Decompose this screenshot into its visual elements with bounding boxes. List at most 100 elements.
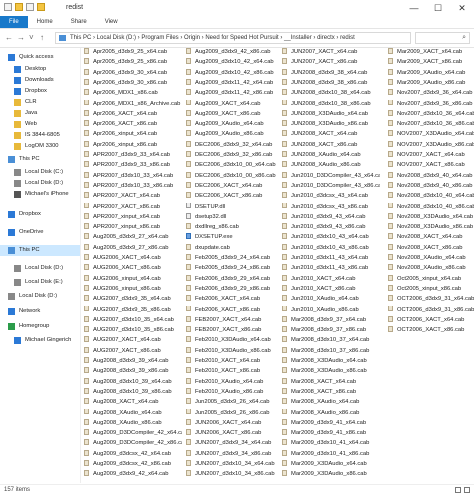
- file-item[interactable]: JUN2007_XACT_x86.cab: [282, 58, 380, 68]
- file-item[interactable]: Aug2009_d3dcsx_42_x86.cab: [84, 460, 182, 470]
- file-item[interactable]: DSETUP.dll: [186, 202, 284, 213]
- file-item[interactable]: Jun2010_d3dx10_43_x64.cab: [282, 233, 380, 243]
- file-item[interactable]: JUN2008_d3dx10_38_x86.cab: [282, 99, 380, 110]
- sidebar-item-local-disk-d[interactable]: Local Disk (D:): [0, 291, 80, 302]
- sidebar-item-java[interactable]: Java: [0, 108, 80, 119]
- file-item[interactable]: OCT2006_d3dx9_31_x64.cab: [388, 295, 474, 305]
- file-item[interactable]: Feb2010_XAudio_x64.cab: [186, 377, 284, 388]
- file-item[interactable]: JUN2008_X3DAudio_x86.cab: [282, 120, 380, 130]
- file-item[interactable]: DEC2006_XACT_x86.cab: [186, 192, 284, 202]
- file-item[interactable]: Feb2006_XACT_x64.cab: [186, 295, 284, 305]
- file-item[interactable]: Mar2008_d3dx9_37_x86.cab: [282, 326, 380, 336]
- file-item[interactable]: Feb2010_X3DAudio_x64.cab: [186, 336, 284, 346]
- file-item[interactable]: Jun2010_XACT_x64.cab: [282, 274, 380, 285]
- file-item[interactable]: Mar2009_XACT_x86.cab: [388, 58, 474, 68]
- details-view-icon[interactable]: [455, 487, 461, 493]
- file-item[interactable]: JUN2006_XACT_x86.cab: [186, 429, 284, 439]
- file-item[interactable]: Aug2009_XAudio_x86.cab: [186, 130, 284, 140]
- file-item[interactable]: Aug2009_d3dx9_42_x64.cab: [84, 470, 182, 480]
- file-item[interactable]: OCT2006_d3dx9_31_x86.cab: [388, 305, 474, 316]
- file-item[interactable]: Mar2008_X3DAudio_x86.cab: [282, 367, 380, 377]
- file-item[interactable]: JUN2007_d3dx10_34_x86.cab: [186, 470, 284, 480]
- minimize-button[interactable]: —: [402, 0, 426, 16]
- file-item[interactable]: APR2007_xinput_x64.cab: [84, 212, 182, 223]
- file-item[interactable]: Nov2008_XAudio_x86.cab: [388, 264, 474, 274]
- file-item[interactable]: Mar2009_d3dx10_41_x64.cab: [282, 439, 380, 449]
- new-folder-icon[interactable]: [15, 3, 23, 11]
- file-item[interactable]: AUG2006_XACT_x86.cab: [84, 264, 182, 274]
- file-item[interactable]: dxupdate.cab: [186, 243, 284, 254]
- file-item[interactable]: Apr2006_XACT_x86.cab: [84, 120, 182, 130]
- tab-file[interactable]: File: [0, 16, 28, 28]
- sidebar-item-michael-gingerich[interactable]: Michael Gingerich: [0, 335, 80, 346]
- file-item[interactable]: Nov2007_d3dx10_36_x86.cab: [388, 120, 474, 130]
- sidebar-item-this-pc[interactable]: This PC: [0, 245, 80, 256]
- file-item[interactable]: Aug2009_D3DCompiler_42_x64.cab: [84, 429, 182, 439]
- file-item[interactable]: Nov2007_d3dx9_36_x64.cab: [388, 89, 474, 99]
- file-item[interactable]: NOV2007_X3DAudio_x64.cab: [388, 130, 474, 140]
- file-item[interactable]: Aug2008_d3dx10_39_x86.cab: [84, 387, 182, 398]
- file-item[interactable]: Mar2008_d3dx10_37_x64.cab: [282, 336, 380, 346]
- file-item[interactable]: APR2007_d3dx10_33_x86.cab: [84, 181, 182, 192]
- file-item[interactable]: AUG2006_XACT_x64.cab: [84, 254, 182, 264]
- sidebar-item-this-pc[interactable]: This PC: [0, 154, 80, 165]
- back-button[interactable]: ←: [5, 33, 13, 42]
- file-item[interactable]: Aug2008_d3dx10_39_x64.cab: [84, 377, 182, 388]
- file-item[interactable]: Mar2008_d3dx10_37_x86.cab: [282, 346, 380, 357]
- file-item[interactable]: JUN2008_X3DAudio_x64.cab: [282, 109, 380, 120]
- file-item[interactable]: Nov2008_d3dx9_40_x64.cab: [388, 171, 474, 182]
- file-item[interactable]: OCT2006_XACT_x64.cab: [388, 315, 474, 326]
- file-item[interactable]: Feb2006_d3dx9_29_x86.cab: [186, 284, 284, 295]
- file-item[interactable]: Feb2005_d3dx9_24_x86.cab: [186, 264, 284, 274]
- search-input[interactable]: ⌕: [415, 32, 470, 44]
- file-item[interactable]: Aug2008_d3dx9_39_x86.cab: [84, 367, 182, 377]
- sidebar-item-web[interactable]: Web: [0, 119, 80, 130]
- close-button[interactable]: ✕: [450, 0, 474, 16]
- file-item[interactable]: Apr2006_MDX1_x86.cab: [84, 89, 182, 99]
- recent-locations-button[interactable]: ˅: [29, 33, 34, 42]
- large-icons-view-icon[interactable]: [464, 487, 470, 493]
- file-item[interactable]: Jun2005_d3dx9_26_x86.cab: [186, 408, 284, 419]
- file-item[interactable]: Aug2009_d3dx11_42_x86.cab: [186, 89, 284, 99]
- file-item[interactable]: Jun2010_d3dx11_43_x86.cab: [282, 264, 380, 274]
- file-item[interactable]: Aug2009_d3dx10_42_x86.cab: [186, 68, 284, 79]
- up-button[interactable]: ↑: [40, 33, 44, 42]
- file-item[interactable]: Jun2010_d3dcsx_43_x86.cab: [282, 202, 380, 213]
- file-item[interactable]: Mar2008_XAudio_x86.cab: [282, 408, 380, 419]
- file-item[interactable]: Apr2006_xinput_x86.cab: [84, 140, 182, 151]
- file-item[interactable]: JUN2008_d3dx9_38_x64.cab: [282, 68, 380, 79]
- file-item[interactable]: Aug2009_d3dcsx_42_x64.cab: [84, 449, 182, 460]
- file-item[interactable]: AUG2007_d3dx9_35_x86.cab: [84, 305, 182, 316]
- file-item[interactable]: Nov2008_XACT_x64.cab: [388, 233, 474, 243]
- file-item[interactable]: Nov2008_d3dx9_40_x86.cab: [388, 181, 474, 192]
- file-item[interactable]: dxdllreg_x86.cab: [186, 223, 284, 233]
- sidebar-item-quick-access[interactable]: Quick access: [0, 52, 80, 63]
- tab-view[interactable]: View: [96, 16, 127, 28]
- file-item[interactable]: Apr2006_xinput_x64.cab: [84, 130, 182, 140]
- file-item[interactable]: APR2007_d3dx9_33_x86.cab: [84, 161, 182, 171]
- file-item[interactable]: Mar2008_XACT_x64.cab: [282, 377, 380, 388]
- file-item[interactable]: Apr2006_d3dx9_30_x64.cab: [84, 68, 182, 79]
- file-item[interactable]: Jun2010_D3DCompiler_43_x86.cab: [282, 181, 380, 192]
- file-item[interactable]: Jun2010_XAudio_x64.cab: [282, 295, 380, 305]
- file-item[interactable]: Feb2010_X3DAudio_x86.cab: [186, 346, 284, 357]
- file-item[interactable]: AUG2007_d3dx10_35_x64.cab: [84, 315, 182, 326]
- sidebar-item-homegroup[interactable]: Homegroup: [0, 321, 80, 332]
- file-item[interactable]: Nov2008_X3DAudio_x64.cab: [388, 212, 474, 223]
- file-item[interactable]: Jun2010_XAudio_x86.cab: [282, 305, 380, 316]
- file-item[interactable]: NOV2007_X3DAudio_x86.cab: [388, 140, 474, 151]
- file-item[interactable]: Apr2005_d3dx9_25_x86.cab: [84, 58, 182, 68]
- file-item[interactable]: Aug2009_d3dx10_42_x64.cab: [186, 58, 284, 68]
- file-item[interactable]: Mar2009_X3DAudio_x64.cab: [282, 460, 380, 470]
- file-item[interactable]: Mar2009_XACT_x64.cab: [388, 48, 474, 58]
- file-item[interactable]: JUN2008_d3dx10_38_x64.cab: [282, 89, 380, 99]
- sidebar-item-dropbox[interactable]: Dropbox: [0, 86, 80, 97]
- file-item[interactable]: Mar2008_X3DAudio_x64.cab: [282, 357, 380, 367]
- file-item[interactable]: Aug2008_XACT_x64.cab: [84, 398, 182, 408]
- file-item[interactable]: JUN2007_d3dx9_34_x64.cab: [186, 439, 284, 449]
- file-item[interactable]: Jun2010_XACT_x86.cab: [282, 284, 380, 295]
- file-item[interactable]: FEB2007_XACT_x64.cab: [186, 315, 284, 326]
- file-item[interactable]: Aug2008_XAudio_x86.cab: [84, 418, 182, 429]
- file-item[interactable]: Jun2010_D3DCompiler_43_x64.cab: [282, 171, 380, 182]
- file-item[interactable]: JUN2008_XAudio_x86.cab: [282, 161, 380, 171]
